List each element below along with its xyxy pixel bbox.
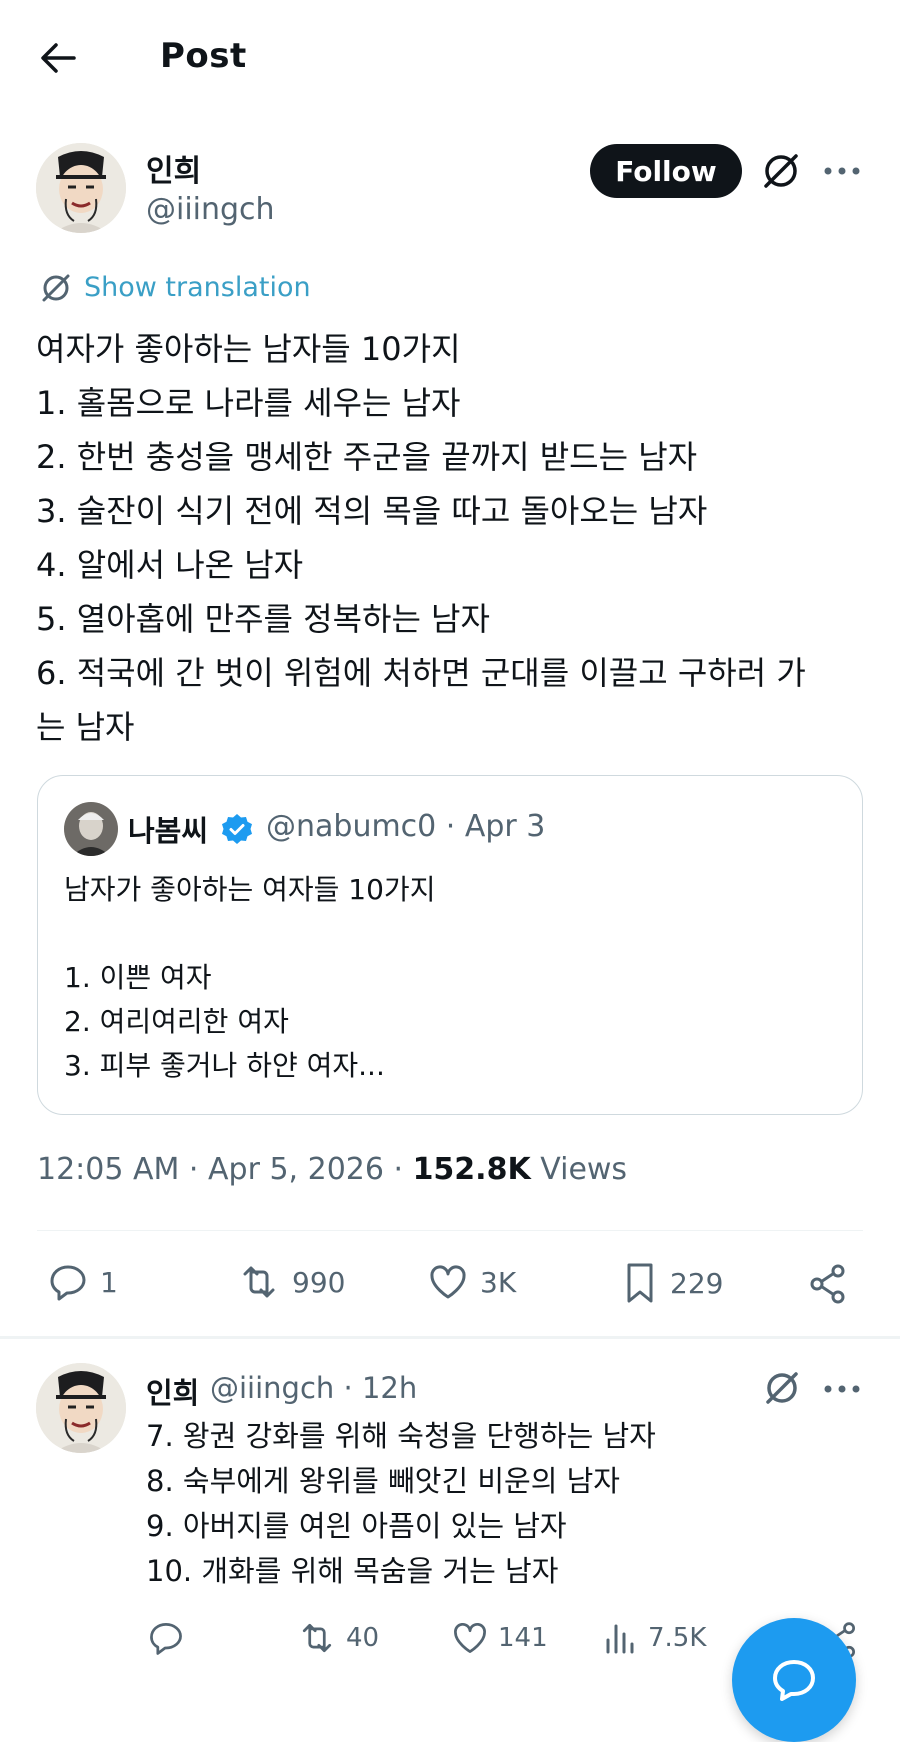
bookmark-count: 229	[670, 1266, 724, 1300]
share-button[interactable]	[806, 1262, 860, 1306]
section-separator	[0, 1336, 900, 1339]
reply-repost-count: 40	[346, 1623, 380, 1653]
quoted-handle-date: @nabumc0 · Apr 3	[266, 809, 546, 844]
reply-author-name[interactable]: 인희	[146, 1370, 199, 1412]
tweet-line: 여자가 좋아하는 남자들 10가지	[36, 330, 461, 368]
back-arrow-icon[interactable]	[34, 34, 82, 82]
like-button[interactable]: 3K	[426, 1260, 516, 1304]
bookmark-button[interactable]: 229	[620, 1260, 723, 1306]
tweet-line: 2. 한번 충성을 맹세한 주군을 끝까지 받드는 남자	[36, 438, 698, 476]
heart-icon	[430, 1265, 466, 1299]
reply-handle-time[interactable]: @iiingch · 12h	[210, 1371, 417, 1405]
verified-badge-icon	[220, 812, 254, 846]
like-count: 3K	[480, 1265, 517, 1299]
compose-reply-fab[interactable]	[732, 1618, 856, 1742]
views-count[interactable]: 152.8K	[413, 1152, 531, 1187]
quoted-author-avatar	[64, 802, 118, 856]
reply-line: 7. 왕권 강화를 위해 숙청을 단행하는 남자	[146, 1419, 656, 1453]
reply-views-button[interactable]: 7.5K	[602, 1618, 706, 1658]
repost-button[interactable]: 990	[236, 1260, 345, 1304]
reply-text: 7. 왕권 강화를 위해 숙청을 단행하는 남자 8. 숙부에게 왕위를 빼앗긴…	[146, 1414, 866, 1594]
quoted-line: 3. 피부 좋거나 하얀 여자...	[64, 1049, 385, 1082]
quoted-text: 남자가 좋아하는 여자들 10가지 1. 이쁜 여자 2. 여리여리한 여자 3…	[64, 868, 844, 1088]
grok-icon[interactable]	[760, 150, 802, 192]
reply-repost-button[interactable]: 40	[296, 1618, 379, 1658]
tweet-line: 6. 적국에 간 벗이 위험에 처하면 군대를 이끌고 구하러 가	[36, 654, 806, 692]
chat-bubble-icon	[773, 1660, 815, 1701]
show-translation-link[interactable]: Show translation	[84, 272, 311, 303]
author-avatar[interactable]	[36, 143, 126, 233]
quoted-line: 1. 이쁜 여자	[64, 961, 212, 994]
views-chart-icon	[606, 1624, 634, 1654]
more-options-icon[interactable]	[822, 154, 862, 188]
share-icon	[810, 1264, 845, 1304]
tweet-line: 3. 술잔이 식기 전에 적의 목을 따고 돌아오는 남자	[36, 492, 708, 530]
tweet-line: 5. 열아홉에 만주를 정복하는 남자	[36, 600, 490, 638]
reply-count: 1	[100, 1265, 118, 1299]
reply-views-count: 7.5K	[648, 1623, 707, 1653]
reply-line: 10. 개화를 위해 목숨을 거는 남자	[146, 1554, 559, 1588]
reply-line: 9. 아버지를 여읜 아픔이 있는 남자	[146, 1509, 567, 1543]
repost-icon	[243, 1266, 275, 1298]
tweet-line: 1. 홀몸으로 나라를 세우는 남자	[36, 384, 461, 422]
repost-count: 990	[292, 1265, 346, 1299]
follow-button[interactable]: Follow	[590, 144, 742, 198]
divider	[37, 1230, 863, 1231]
bookmark-icon	[627, 1263, 653, 1303]
tweet-line: 4. 알에서 나온 남자	[36, 546, 304, 584]
grok-icon[interactable]	[762, 1368, 802, 1408]
tweet-line: 는 남자	[36, 708, 135, 746]
reply-button[interactable]: 1	[46, 1260, 118, 1304]
author-name[interactable]: 인희	[146, 146, 201, 190]
reply-like-count: 141	[498, 1623, 548, 1653]
views-label: Views	[530, 1152, 628, 1187]
heart-icon	[454, 1622, 486, 1653]
reply-reply-button[interactable]	[146, 1618, 194, 1658]
timestamp: 12:05 AM · Apr 5, 2026 ·	[37, 1152, 413, 1187]
repost-icon	[302, 1623, 332, 1653]
more-options-icon[interactable]	[822, 1372, 862, 1406]
quoted-line: 2. 여리여리한 여자	[64, 1005, 289, 1038]
reply-icon	[50, 1265, 86, 1301]
reply-line: 8. 숙부에게 왕위를 빼앗긴 비운의 남자	[146, 1464, 620, 1498]
reply-author-avatar[interactable]	[36, 1363, 126, 1453]
author-handle[interactable]: @iiingch	[146, 192, 275, 227]
tweet-text: 여자가 좋아하는 남자들 10가지 1. 홀몸으로 나라를 세우는 남자 2. …	[36, 322, 876, 754]
page-title: Post	[160, 36, 247, 76]
quoted-line: 남자가 좋아하는 여자들 10가지	[64, 873, 436, 906]
post-meta: 12:05 AM · Apr 5, 2026 · 152.8K Views	[37, 1152, 627, 1187]
translate-icon[interactable]	[40, 272, 72, 304]
quoted-author-name: 나봄씨	[128, 814, 209, 848]
quoted-line	[64, 912, 844, 956]
reply-icon	[150, 1623, 182, 1655]
reply-like-button[interactable]: 141	[450, 1618, 548, 1658]
